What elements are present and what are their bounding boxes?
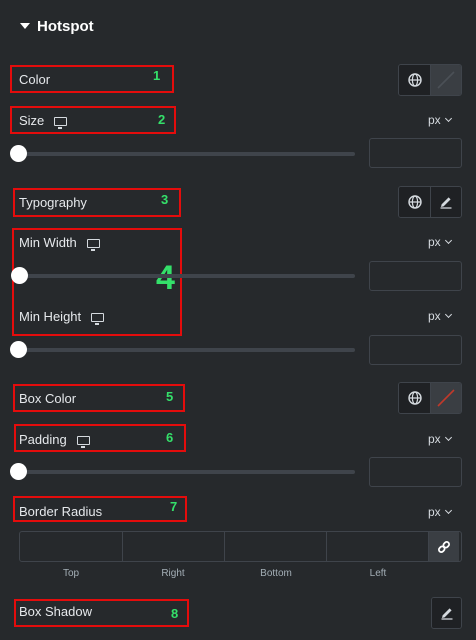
global-color-button[interactable] <box>399 65 430 95</box>
box-color-controls <box>398 382 462 414</box>
padding-label-text: Padding <box>19 432 67 447</box>
box-color-label: Box Color <box>19 391 77 406</box>
chevron-down-icon <box>444 506 452 515</box>
annotation-number: 5 <box>166 389 174 404</box>
color-picker-button[interactable] <box>430 65 461 95</box>
monitor-icon[interactable] <box>91 313 105 326</box>
box-color-picker-button[interactable] <box>430 383 461 413</box>
chevron-down-icon <box>444 236 452 245</box>
min-width-unit-select[interactable]: px <box>428 235 452 249</box>
border-radius-top-label: Top <box>62 568 80 579</box>
annotation-number: 2 <box>158 112 166 127</box>
border-radius-label: Border Radius <box>19 504 103 519</box>
min-height-label-text: Min Height <box>19 309 82 324</box>
no-color-icon <box>437 71 455 89</box>
edit-box-shadow-button[interactable] <box>432 598 461 628</box>
annotation-number: 8 <box>171 606 179 621</box>
no-color-icon <box>437 389 455 407</box>
box-shadow-label: Box Shadow <box>19 604 92 619</box>
globe-icon <box>407 73 422 87</box>
monitor-icon[interactable] <box>86 239 100 252</box>
border-radius-left-label: Left <box>369 568 387 579</box>
section-title: Hotspot <box>37 17 94 35</box>
border-radius-left-input[interactable] <box>326 532 428 561</box>
annotation-number: 1 <box>153 68 161 83</box>
chevron-down-icon <box>444 433 452 442</box>
color-label: Color <box>19 72 51 87</box>
border-radius-inputs <box>19 531 462 562</box>
typography-label: Typography <box>19 195 87 210</box>
link-icon <box>438 540 450 553</box>
padding-input[interactable] <box>369 457 462 487</box>
border-radius-bottom-input[interactable] <box>224 532 326 561</box>
monitor-icon[interactable] <box>76 436 90 449</box>
min-height-unit-select[interactable]: px <box>428 309 452 323</box>
pencil-icon <box>440 197 452 209</box>
global-typography-button[interactable] <box>399 187 430 217</box>
section-header-hotspot[interactable]: Hotspot <box>20 16 94 36</box>
size-unit-select[interactable]: px <box>428 113 452 127</box>
padding-slider-handle[interactable] <box>10 463 27 480</box>
border-radius-unit-value: px <box>428 505 441 519</box>
min-width-slider-handle[interactable] <box>11 267 28 284</box>
min-width-unit-value: px <box>428 235 441 249</box>
padding-label: Padding <box>19 432 90 449</box>
box-shadow-controls <box>431 597 462 629</box>
edit-typography-button[interactable] <box>430 187 461 217</box>
padding-unit-select[interactable]: px <box>428 432 452 446</box>
border-radius-right-label: Right <box>161 568 185 579</box>
pencil-icon <box>441 608 452 620</box>
size-slider-handle[interactable] <box>10 145 27 162</box>
chevron-down-icon <box>444 114 452 123</box>
monitor-icon[interactable] <box>54 117 68 130</box>
annotation-number: 3 <box>161 192 169 207</box>
border-radius-right-input[interactable] <box>122 532 224 561</box>
global-box-color-button[interactable] <box>399 383 430 413</box>
min-height-input[interactable] <box>369 335 462 365</box>
min-width-label: Min Width <box>19 235 100 252</box>
size-unit-value: px <box>428 113 441 127</box>
size-slider-track[interactable] <box>19 152 355 156</box>
padding-unit-value: px <box>428 432 441 446</box>
min-height-slider-handle[interactable] <box>10 341 27 358</box>
min-width-label-text: Min Width <box>19 235 77 250</box>
border-radius-unit-select[interactable]: px <box>428 505 452 519</box>
annotation-number: 6 <box>166 430 174 445</box>
annotation-number: 7 <box>170 499 178 514</box>
link-values-button[interactable] <box>428 532 459 561</box>
size-label: Size <box>19 113 68 130</box>
globe-icon <box>407 391 422 405</box>
chevron-down-icon <box>444 310 452 319</box>
min-height-unit-value: px <box>428 309 441 323</box>
color-controls <box>398 64 462 96</box>
min-width-slider-track[interactable] <box>19 274 355 278</box>
size-label-text: Size <box>19 113 45 128</box>
typography-controls <box>398 186 462 218</box>
padding-slider-track[interactable] <box>19 470 355 474</box>
globe-icon <box>407 195 422 209</box>
size-input[interactable] <box>369 138 462 168</box>
min-width-input[interactable] <box>369 261 462 291</box>
border-radius-bottom-label: Bottom <box>260 568 292 579</box>
min-height-label: Min Height <box>19 309 105 326</box>
annotation-number: 4 <box>156 259 175 297</box>
min-height-slider-track[interactable] <box>19 348 355 352</box>
caret-down-icon <box>20 23 30 29</box>
border-radius-top-input[interactable] <box>20 532 122 561</box>
